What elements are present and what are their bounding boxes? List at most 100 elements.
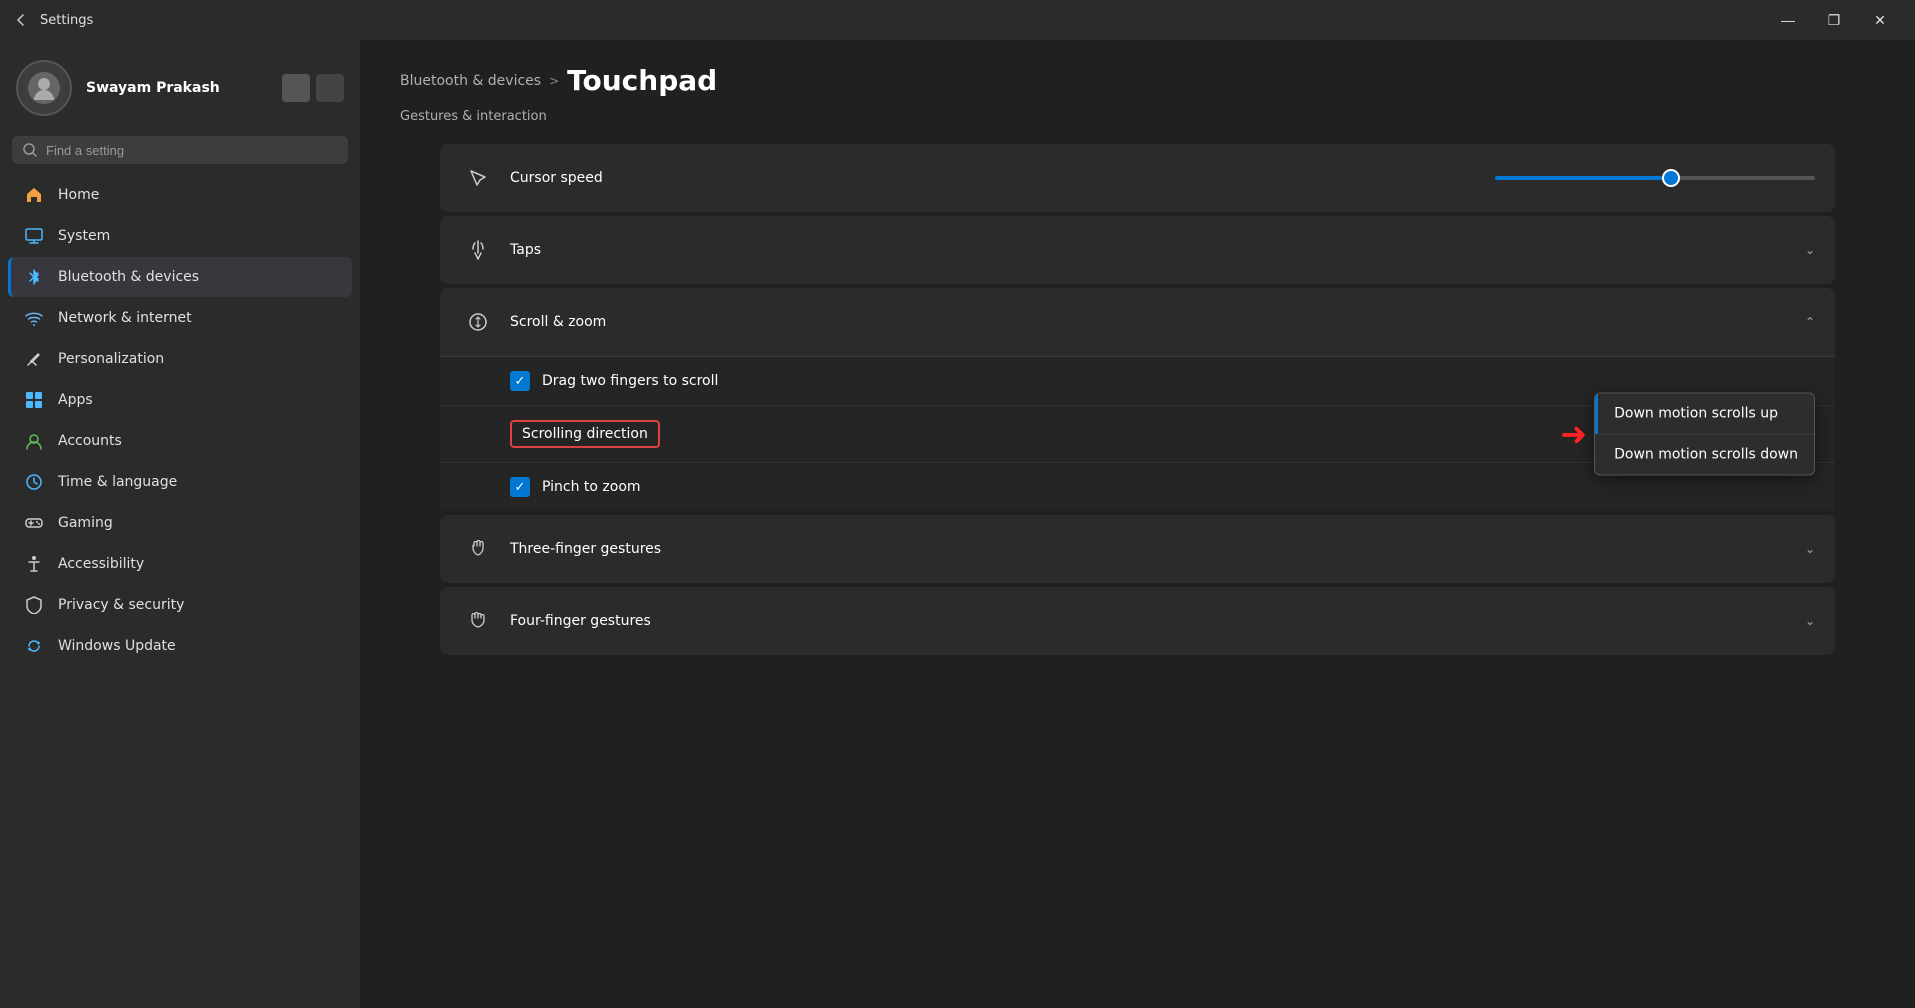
home-icon (24, 185, 44, 205)
four-finger-control: ⌄ (1795, 614, 1815, 628)
scroll-zoom-label: Scroll & zoom (510, 314, 1795, 330)
user-profile: Swayam Prakash (0, 40, 360, 132)
scroll-zoom-expanded: ✓ Drag two fingers to scroll Scrolling d… (440, 357, 1835, 511)
three-finger-icon (460, 531, 496, 567)
sidebar-item-update[interactable]: Windows Update (8, 626, 352, 666)
main-layout: Swayam Prakash Home (0, 40, 1915, 1008)
breadcrumb: Bluetooth & devices > Touchpad (400, 64, 1875, 97)
scroll-zoom-icon (460, 304, 496, 340)
sidebar-item-network[interactable]: Network & internet (8, 298, 352, 338)
sidebar-item-gaming[interactable]: Gaming (8, 503, 352, 543)
scroll-zoom-card: Scroll & zoom ⌃ ✓ Drag two fingers to sc… (440, 288, 1835, 511)
sidebar-item-time[interactable]: Time & language (8, 462, 352, 502)
system-icon (24, 226, 44, 246)
back-icon[interactable] (12, 11, 30, 29)
settings-list: Cursor speed (360, 144, 1915, 655)
page-title: Touchpad (567, 64, 717, 97)
sidebar-item-accounts[interactable]: Accounts (8, 421, 352, 461)
sidebar-item-apps[interactable]: Apps (8, 380, 352, 420)
sidebar-item-update-label: Windows Update (58, 638, 176, 654)
sidebar-item-system[interactable]: System (8, 216, 352, 256)
four-finger-label: Four-finger gestures (510, 613, 1795, 629)
content-area: Bluetooth & devices > Touchpad Gestures … (360, 40, 1915, 1008)
cursor-speed-icon (460, 160, 496, 196)
sidebar-nav: Home System (0, 174, 360, 667)
accounts-icon (24, 431, 44, 451)
network-icon (24, 308, 44, 328)
breadcrumb-link[interactable]: Bluetooth & devices (400, 73, 541, 89)
drag-scroll-label: Drag two fingers to scroll (542, 373, 1815, 389)
sidebar-item-home[interactable]: Home (8, 175, 352, 215)
sidebar-item-bluetooth[interactable]: Bluetooth & devices (8, 257, 352, 297)
four-finger-row[interactable]: Four-finger gestures ⌄ (440, 587, 1835, 655)
sidebar-item-accounts-label: Accounts (58, 433, 122, 449)
pinch-zoom-check: ✓ (515, 480, 526, 495)
bluetooth-icon (24, 267, 44, 287)
maximize-button[interactable]: ❐ (1811, 4, 1857, 36)
taps-control: ⌄ (1795, 243, 1815, 257)
time-icon (24, 472, 44, 492)
avatar[interactable] (16, 60, 72, 116)
search-box[interactable] (12, 136, 348, 164)
minimize-button[interactable]: — (1765, 4, 1811, 36)
scrolling-direction-dropdown[interactable]: Down motion scrolls up Down motion scrol… (1594, 393, 1815, 476)
dropdown-option-down-label: Down motion scrolls down (1614, 447, 1798, 463)
drag-scroll-checkbox[interactable]: ✓ (510, 371, 530, 391)
avatar-icon (28, 72, 60, 104)
dropdown-option-up[interactable]: Down motion scrolls up (1595, 394, 1814, 435)
sidebar-item-accessibility[interactable]: Accessibility (8, 544, 352, 584)
cursor-speed-label: Cursor speed (510, 170, 1495, 186)
sidebar-item-personalization-label: Personalization (58, 351, 164, 367)
personalization-icon (24, 349, 44, 369)
scrolling-direction-label: Scrolling direction (522, 426, 648, 442)
sidebar-item-gaming-label: Gaming (58, 515, 113, 531)
dropdown-option-up-label: Down motion scrolls up (1614, 406, 1778, 422)
three-finger-row[interactable]: Three-finger gestures ⌄ (440, 515, 1835, 583)
scroll-zoom-row[interactable]: Scroll & zoom ⌃ (440, 288, 1835, 357)
cursor-speed-control (1495, 176, 1815, 180)
content-header: Bluetooth & devices > Touchpad Gestures … (360, 40, 1915, 140)
sidebar-item-privacy[interactable]: Privacy & security (8, 585, 352, 625)
sidebar-item-system-label: System (58, 228, 110, 244)
close-button[interactable]: ✕ (1857, 4, 1903, 36)
cursor-speed-card: Cursor speed (440, 144, 1835, 212)
avatar-extra-1[interactable] (282, 74, 310, 102)
dropdown-option-down[interactable]: Down motion scrolls down (1595, 435, 1814, 475)
three-finger-card: Three-finger gestures ⌄ (440, 515, 1835, 583)
sidebar-item-privacy-label: Privacy & security (58, 597, 184, 613)
privacy-icon (24, 595, 44, 615)
taps-icon (460, 232, 496, 268)
sidebar-item-personalization[interactable]: Personalization (8, 339, 352, 379)
update-icon (24, 636, 44, 656)
slider-thumb[interactable] (1662, 169, 1680, 187)
four-finger-icon (460, 603, 496, 639)
avatar-extras (282, 74, 344, 102)
titlebar: Settings — ❐ ✕ (0, 0, 1915, 40)
breadcrumb-separator: > (549, 74, 559, 88)
pinch-zoom-checkbox[interactable]: ✓ (510, 477, 530, 497)
apps-icon (24, 390, 44, 410)
sidebar-item-network-label: Network & internet (58, 310, 192, 326)
titlebar-left: Settings (12, 11, 93, 29)
taps-chevron: ⌄ (1805, 243, 1815, 257)
window-controls: — ❐ ✕ (1765, 4, 1903, 36)
three-finger-label: Three-finger gestures (510, 541, 1795, 557)
three-finger-control: ⌄ (1795, 542, 1815, 556)
taps-label: Taps (510, 242, 1795, 258)
user-name: Swayam Prakash (86, 80, 220, 96)
gaming-icon (24, 513, 44, 533)
taps-card: Taps ⌄ (440, 216, 1835, 284)
scroll-zoom-control: ⌃ (1795, 315, 1815, 329)
search-input[interactable] (46, 143, 338, 158)
drag-scroll-check: ✓ (515, 374, 526, 389)
taps-row[interactable]: Taps ⌄ (440, 216, 1835, 284)
sidebar: Swayam Prakash Home (0, 40, 360, 1008)
sidebar-item-bluetooth-label: Bluetooth & devices (58, 269, 199, 285)
sidebar-item-apps-label: Apps (58, 392, 93, 408)
section-label: Gestures & interaction (400, 109, 547, 124)
sidebar-item-home-label: Home (58, 187, 99, 203)
cursor-speed-slider[interactable] (1495, 176, 1815, 180)
avatar-extra-2[interactable] (316, 74, 344, 102)
four-finger-card: Four-finger gestures ⌄ (440, 587, 1835, 655)
pinch-zoom-label: Pinch to zoom (542, 479, 1815, 495)
